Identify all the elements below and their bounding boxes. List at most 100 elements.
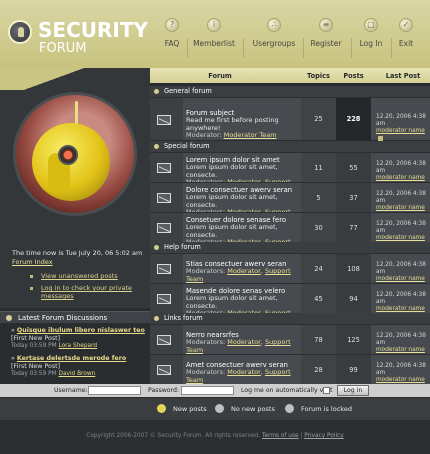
col-forum: Forum bbox=[208, 72, 232, 80]
privacy-link[interactable]: Privacy Policy bbox=[304, 433, 344, 439]
terms-link[interactable]: Terms of use bbox=[262, 433, 299, 439]
last-post-date: 12.20, 2006 4:38 am bbox=[376, 191, 426, 205]
security-lock-illustration bbox=[13, 92, 137, 216]
nav-divider bbox=[303, 38, 304, 58]
latest-item-date: Today 03:59 PM bbox=[11, 371, 57, 377]
forum-desc: Lorem ipsum dolor sit amet, consecte. bbox=[186, 223, 278, 239]
site-subtitle: FORUM bbox=[39, 41, 87, 56]
nav-exit[interactable]: ✓ Exit bbox=[396, 18, 416, 48]
forum-table-header: Forum Topics Posts Last Post bbox=[150, 68, 430, 83]
table-row[interactable]: Nerro nearsrfes Moderators: Moderator, S… bbox=[150, 324, 430, 360]
new-posts-icon bbox=[157, 404, 166, 413]
forum-index-link[interactable]: Forum Index bbox=[12, 258, 53, 266]
section-dot-icon bbox=[154, 89, 159, 94]
table-row[interactable]: Stias consectuer awerv seran Moderators:… bbox=[150, 253, 430, 289]
topic-count: 28 bbox=[301, 355, 336, 384]
legend-label: New posts bbox=[173, 405, 207, 413]
post-count: 228 bbox=[336, 98, 371, 140]
post-count: 94 bbox=[336, 284, 371, 313]
latest-item-author[interactable]: David Brown bbox=[59, 371, 96, 377]
usergroups-icon: ∴ bbox=[267, 18, 281, 32]
latest-item-tag: [First New Post] bbox=[11, 362, 61, 370]
moderator-label: Moderator: bbox=[186, 130, 222, 139]
table-row[interactable]: Forum subject Read me first before posti… bbox=[150, 97, 430, 141]
last-post-date: 12.20, 2006 4:38 am bbox=[376, 161, 426, 175]
nav-memberlist[interactable]: i Memberlist bbox=[191, 18, 237, 48]
moderator-link[interactable]: Moderator bbox=[227, 267, 261, 275]
copyright: Copyright 2006-2007 © Security Forum. Al… bbox=[86, 433, 261, 439]
section-dot-icon bbox=[154, 245, 159, 250]
login-button[interactable]: Log in bbox=[337, 385, 369, 396]
post-count: 77 bbox=[336, 213, 371, 242]
post-count: 125 bbox=[336, 325, 371, 354]
forum-desc: Lorem ipsum dolor sit amet, consecte. bbox=[186, 193, 278, 209]
moderator-link[interactable]: Moderator bbox=[227, 338, 261, 346]
latest-item-author[interactable]: Lora Shepard bbox=[59, 343, 98, 349]
table-row[interactable]: Dolore consectuer awerv seran Lorem ipsu… bbox=[150, 182, 430, 223]
latest-item: » Kertase delertsde merode fero [First N… bbox=[11, 355, 127, 377]
table-row[interactable]: Amet consectuer awerv seran Moderators: … bbox=[150, 354, 430, 390]
view-unanswered-link[interactable]: View unanswered posts bbox=[41, 272, 141, 280]
nav-exit-label: Exit bbox=[398, 39, 414, 48]
nav-usergroups-label: Usergroups bbox=[252, 39, 296, 48]
nav-divider bbox=[187, 38, 188, 58]
table-row[interactable]: Masende dolore senas velero Lorem ipsum … bbox=[150, 283, 430, 324]
username-input[interactable] bbox=[88, 386, 141, 395]
legend-label: No new posts bbox=[231, 405, 275, 413]
time-info: The time now is Tue July 20, 06 5:02 am … bbox=[12, 249, 152, 267]
last-post-author[interactable]: moderator name bbox=[376, 175, 425, 181]
latest-item-tag: [First New Post] bbox=[11, 334, 61, 342]
last-post-date: 12.20, 2006 4:38 am bbox=[376, 114, 426, 128]
nav-divider bbox=[391, 38, 392, 58]
post-count: 37 bbox=[336, 183, 371, 212]
last-post-author[interactable]: moderator name bbox=[376, 377, 425, 383]
section-dot-icon bbox=[154, 144, 159, 149]
last-post-author[interactable]: moderator name bbox=[376, 128, 425, 134]
exit-icon: ✓ bbox=[399, 18, 413, 32]
section-title: Help forum bbox=[164, 243, 201, 251]
register-icon: ≡ bbox=[319, 18, 333, 32]
auto-login-checkbox[interactable] bbox=[323, 387, 330, 394]
latest-item-title[interactable]: Quisque ibulum libero nislaswer teo bbox=[17, 327, 145, 334]
last-post-author[interactable]: moderator name bbox=[376, 205, 425, 211]
last-post-author[interactable]: moderator name bbox=[376, 235, 425, 241]
current-time: The time now is Tue July 20, 06 5:02 am bbox=[12, 249, 143, 257]
legend: New posts No new posts Forum is locked bbox=[0, 398, 430, 420]
bullet-icon bbox=[30, 287, 33, 290]
last-post-author[interactable]: moderator name bbox=[376, 347, 425, 353]
password-label: Password: bbox=[148, 387, 179, 394]
latest-item-title[interactable]: Kertase delertsde merode fero bbox=[17, 355, 126, 362]
moderator-link[interactable]: Moderator bbox=[227, 368, 261, 376]
topic-count: 45 bbox=[301, 284, 336, 313]
header-slant bbox=[0, 68, 150, 90]
private-messages-link[interactable]: Log in to check your private messages bbox=[41, 284, 141, 300]
latest-item-date: Today 03:59 PM bbox=[11, 343, 57, 349]
section-general: General forum bbox=[150, 86, 430, 97]
latest-discussions-title: Latest Forum Discussions bbox=[18, 314, 108, 322]
password-input[interactable] bbox=[181, 386, 234, 395]
table-row[interactable]: Lorem ipsum dolor sit amet Lorem ipsum d… bbox=[150, 152, 430, 193]
post-count: 108 bbox=[336, 254, 371, 283]
nav-faq[interactable]: ? FAQ bbox=[161, 18, 183, 48]
topic-count: 25 bbox=[301, 98, 336, 140]
table-row[interactable]: Consetuer dolore senase fero Lorem ipsum… bbox=[150, 212, 430, 253]
auto-login-label: Log me on automatically visit bbox=[241, 387, 333, 394]
last-post-date: 12.20, 2006 4:38 am bbox=[376, 333, 426, 347]
nav-usergroups[interactable]: ∴ Usergroups bbox=[250, 18, 298, 48]
topic-count: 78 bbox=[301, 325, 336, 354]
moderator-link[interactable]: Moderator Team bbox=[224, 131, 277, 139]
nav-login[interactable]: ▢ Log In bbox=[357, 18, 385, 48]
forum-desc: Lorem ipsum dolor sit amet, consecte. bbox=[186, 163, 278, 179]
forum-desc: Lorem ipsum dolor sit amet, consecte. bbox=[186, 294, 278, 310]
header: SECURITY FORUM ? FAQ i Memberlist ∴ User… bbox=[0, 0, 430, 68]
post-count: 99 bbox=[336, 355, 371, 384]
question-icon: ? bbox=[165, 18, 179, 32]
nav-register[interactable]: ≡ Register bbox=[309, 18, 343, 48]
goto-post-icon[interactable] bbox=[378, 135, 383, 141]
last-post-author[interactable]: moderator name bbox=[376, 306, 425, 312]
forum-envelope-icon bbox=[157, 193, 171, 203]
topic-count: 24 bbox=[301, 254, 336, 283]
forum-envelope-icon bbox=[157, 335, 171, 345]
last-post-author[interactable]: moderator name bbox=[376, 276, 425, 282]
latest-discussions-heading: Latest Forum Discussions bbox=[0, 311, 150, 323]
